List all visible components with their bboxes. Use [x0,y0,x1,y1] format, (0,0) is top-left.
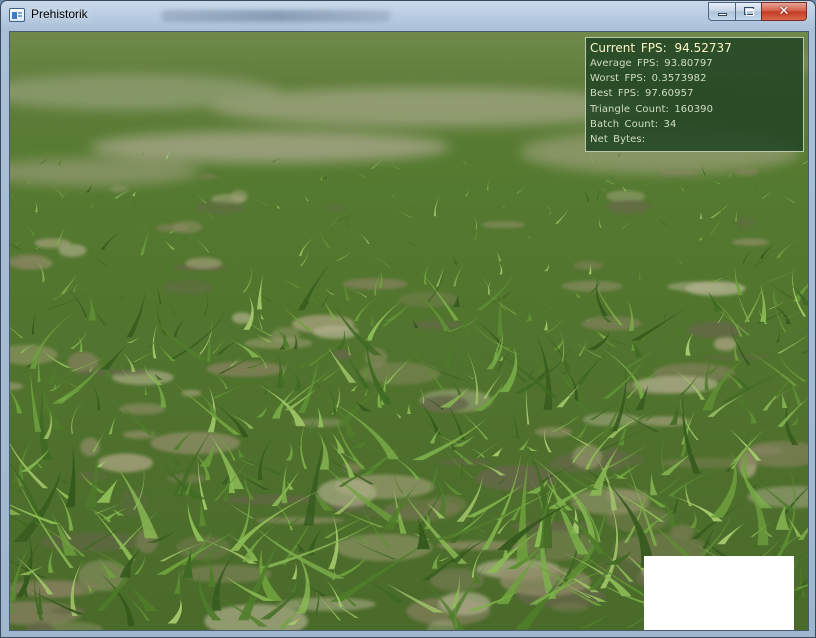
window-title: Prehistorik [31,7,88,21]
stat-value: 160390 [674,103,714,115]
current-fps-label: Current FPS: [590,41,667,55]
maximize-icon [744,7,754,16]
soil-patch [278,597,376,611]
soil-patch [119,403,166,415]
soil-patch [481,221,526,229]
white-overlay-panel [644,556,794,630]
soil-patch [221,494,318,505]
current-fps: Current FPS: 94.52737 [590,41,803,56]
soil-patch [206,361,286,377]
soil-patch [77,369,151,376]
stat-label: Average FPS: [590,58,659,69]
worst-fps: Worst FPS: 0.3573982 [590,71,803,86]
soil-patch [181,389,202,397]
soil-patch [734,168,759,176]
soil-patch [687,321,746,339]
soil-patch [561,280,623,292]
close-button[interactable]: ✕ [761,2,807,21]
close-icon: ✕ [778,4,790,19]
soil-patch [420,395,469,413]
app-icon[interactable] [9,8,25,22]
current-fps-value: 94.52737 [674,41,732,55]
soil-patch [713,337,738,351]
soil-patch [534,426,573,438]
net-bytes: Net Bytes: [590,132,803,147]
stat-label: Net Bytes: [590,134,646,146]
soil-patch [195,200,245,215]
window-bottom-border [1,631,815,638]
triangle-count: Triangle Count: 160390 [590,102,803,117]
minimize-button[interactable] [708,2,735,21]
soil-patch [150,431,241,455]
stat-label: Best FPS: [590,88,640,100]
minimize-icon [718,13,727,16]
stat-label: Worst FPS: [590,73,647,85]
soil-patch [573,260,604,270]
soil-patch [185,257,222,269]
soil-patch [731,238,770,246]
game-viewport[interactable]: Current FPS: 94.52737 Average FPS: 93.80… [9,31,809,631]
soil-patch [172,220,203,234]
stat-value: 34 [663,118,677,130]
average-fps: Average FPS: 93.80797 [590,56,803,71]
soil-patch [199,173,218,180]
blurred-title-region [161,10,391,22]
stat-label: Batch Count: [590,118,659,130]
stat-label: Triangle Count: [590,103,670,115]
best-fps: Best FPS: 97.60957 [590,86,803,101]
soil-patch [658,169,699,176]
batch-count: Batch Count: 34 [590,117,803,132]
title-bar[interactable]: Prehistorik ✕ [1,1,815,30]
soil-patch [80,437,101,457]
soil-patch [230,189,248,203]
soil-patch [605,199,651,214]
application-window: Prehistorik ✕ Current FPS: 94.52737 Aver… [0,0,816,638]
soil-patch [324,204,347,212]
soil-patch [551,603,589,613]
soil-patch [409,320,462,330]
soil-patch [164,280,213,295]
soil-patch [734,216,756,229]
soil-patch [109,185,129,193]
stat-value: 93.80797 [664,58,713,69]
stat-value: 0.3573982 [651,73,707,85]
soil-patch [97,453,154,473]
soil-patch [640,416,690,427]
caption-buttons: ✕ [708,2,807,21]
fps-stats-panel: Current FPS: 94.52737 Average FPS: 93.80… [585,37,804,152]
maximize-button[interactable] [735,2,761,21]
stat-value: 97.60957 [645,88,694,100]
